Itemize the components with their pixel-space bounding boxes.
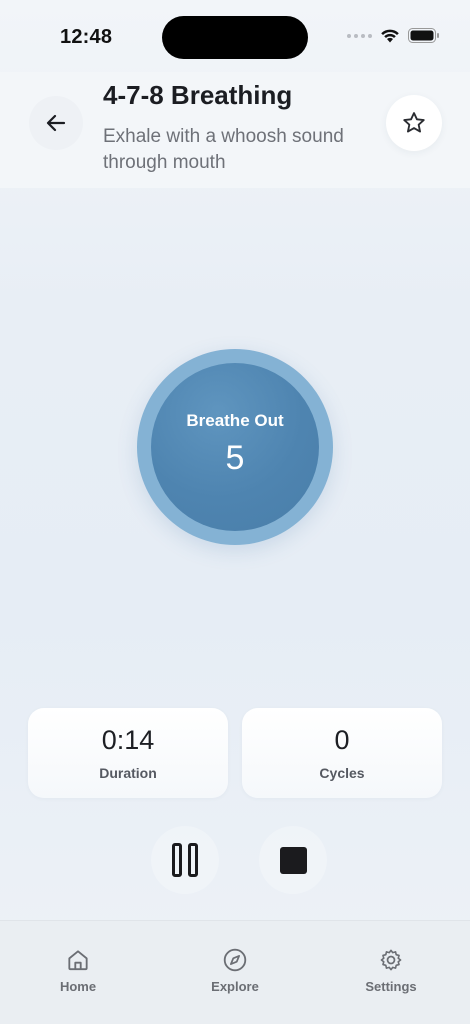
tab-bar: Home Explore Settings xyxy=(0,920,470,1024)
pause-icon xyxy=(172,843,198,877)
breath-countdown: 5 xyxy=(225,438,245,477)
tab-explore[interactable]: Explore xyxy=(180,947,290,994)
back-button[interactable] xyxy=(29,96,83,150)
duration-value: 0:14 xyxy=(101,725,155,755)
tab-home-label: Home xyxy=(59,979,97,994)
status-time: 12:48 xyxy=(60,26,113,48)
page-title: 4-7-8 Breathing xyxy=(103,80,293,110)
cycles-value: 0 xyxy=(334,725,350,755)
battery-icon xyxy=(408,28,439,43)
breath-phase-label: Breathe Out xyxy=(186,410,284,430)
star-icon xyxy=(403,112,425,133)
header: 4-7-8 Breathing Exhale with a whoosh sou… xyxy=(0,72,470,188)
compass-icon xyxy=(223,948,247,972)
cycles-label: Cycles xyxy=(319,765,365,781)
status-icons xyxy=(347,28,440,43)
tab-settings[interactable]: Settings xyxy=(336,947,446,994)
breathing-circle-inner: Breathe Out 5 xyxy=(151,363,319,531)
home-icon xyxy=(68,950,88,971)
tab-home[interactable]: Home xyxy=(23,947,133,994)
dynamic-island xyxy=(162,16,308,59)
duration-card: 0:14 Duration xyxy=(28,708,228,798)
wifi-icon xyxy=(381,29,399,43)
gear-icon xyxy=(380,949,402,971)
arrow-left-icon xyxy=(46,114,66,132)
status-bar: 12:48 xyxy=(0,0,470,72)
pause-button[interactable] xyxy=(151,826,219,894)
stop-button[interactable] xyxy=(259,826,327,894)
tab-settings-label: Settings xyxy=(365,979,417,994)
favorite-button[interactable] xyxy=(386,95,442,151)
cellular-signal-icon xyxy=(347,33,372,38)
stop-icon xyxy=(279,846,307,874)
breathing-circle: Breathe Out 5 xyxy=(137,349,333,545)
page-subtitle: Exhale with a whoosh sound through mouth xyxy=(103,126,344,173)
tab-explore-label: Explore xyxy=(211,979,259,994)
duration-label: Duration xyxy=(99,765,157,781)
cycles-card: 0 Cycles xyxy=(242,708,442,798)
